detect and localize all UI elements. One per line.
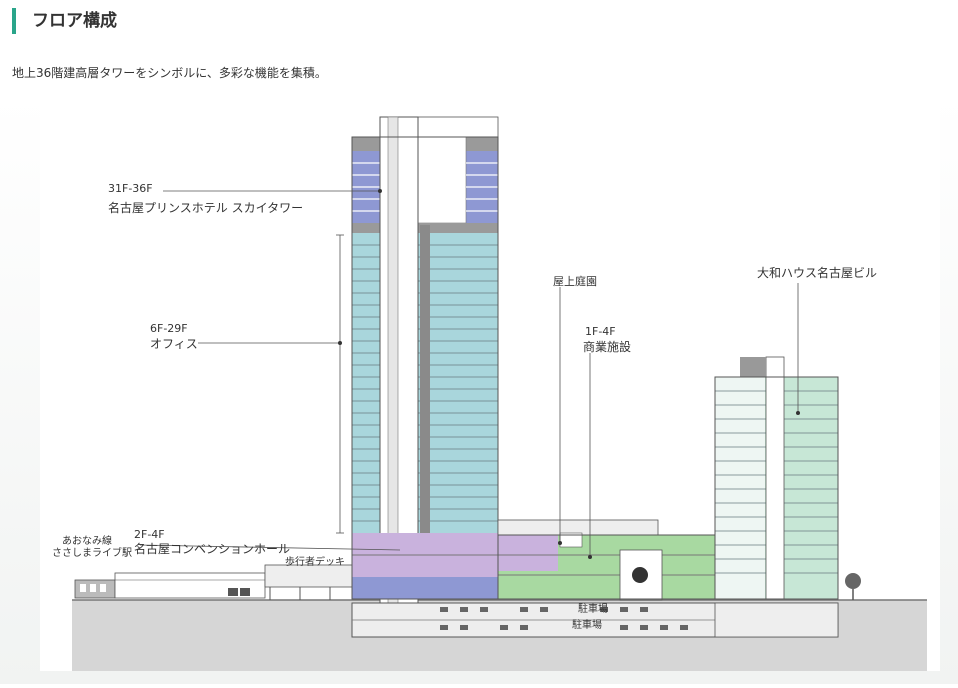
hotel-name-label: 名古屋プリンスホテル スカイタワー [108,200,303,215]
station-name-label: ささしまライブ駅 [52,546,132,559]
section-heading: フロア構成 [12,8,117,34]
office-floors-label: 6F-29F [150,322,188,335]
station-line-label: あおなみ線 [62,534,112,547]
floor-diagram: 31F-36F 名古屋プリンスホテル スカイタワー 6F-29F オフィス 屋上… [0,95,958,684]
daiwa-building [714,356,839,638]
daiwa-label: 大和ハウス名古屋ビル [757,265,877,280]
roof-garden-label: 屋上庭園 [553,274,597,288]
lead-text: 地上36階建高層タワーをシンボルに、多彩な機能を集積。 [12,66,327,80]
convention-floors-label: 2F-4F [134,528,165,541]
floor-section-svg: 31F-36F 名古屋プリンスホテル スカイタワー 6F-29F オフィス 屋上… [0,95,958,684]
main-tower [351,116,499,636]
deck-label: 歩行者デッキ [285,555,345,568]
hotel-floors-label: 31F-36F [108,182,153,195]
retail-floors-label: 1F-4F [585,325,616,338]
office-name-label: オフィス [150,337,198,351]
parking-label-2: 駐車場 [572,618,602,631]
parking-label-1: 駐車場 [578,602,608,615]
page-title: フロア構成 [32,11,117,31]
retail-name-label: 商業施設 [583,339,631,354]
convention-name-label: 名古屋コンベンションホール [134,541,290,556]
